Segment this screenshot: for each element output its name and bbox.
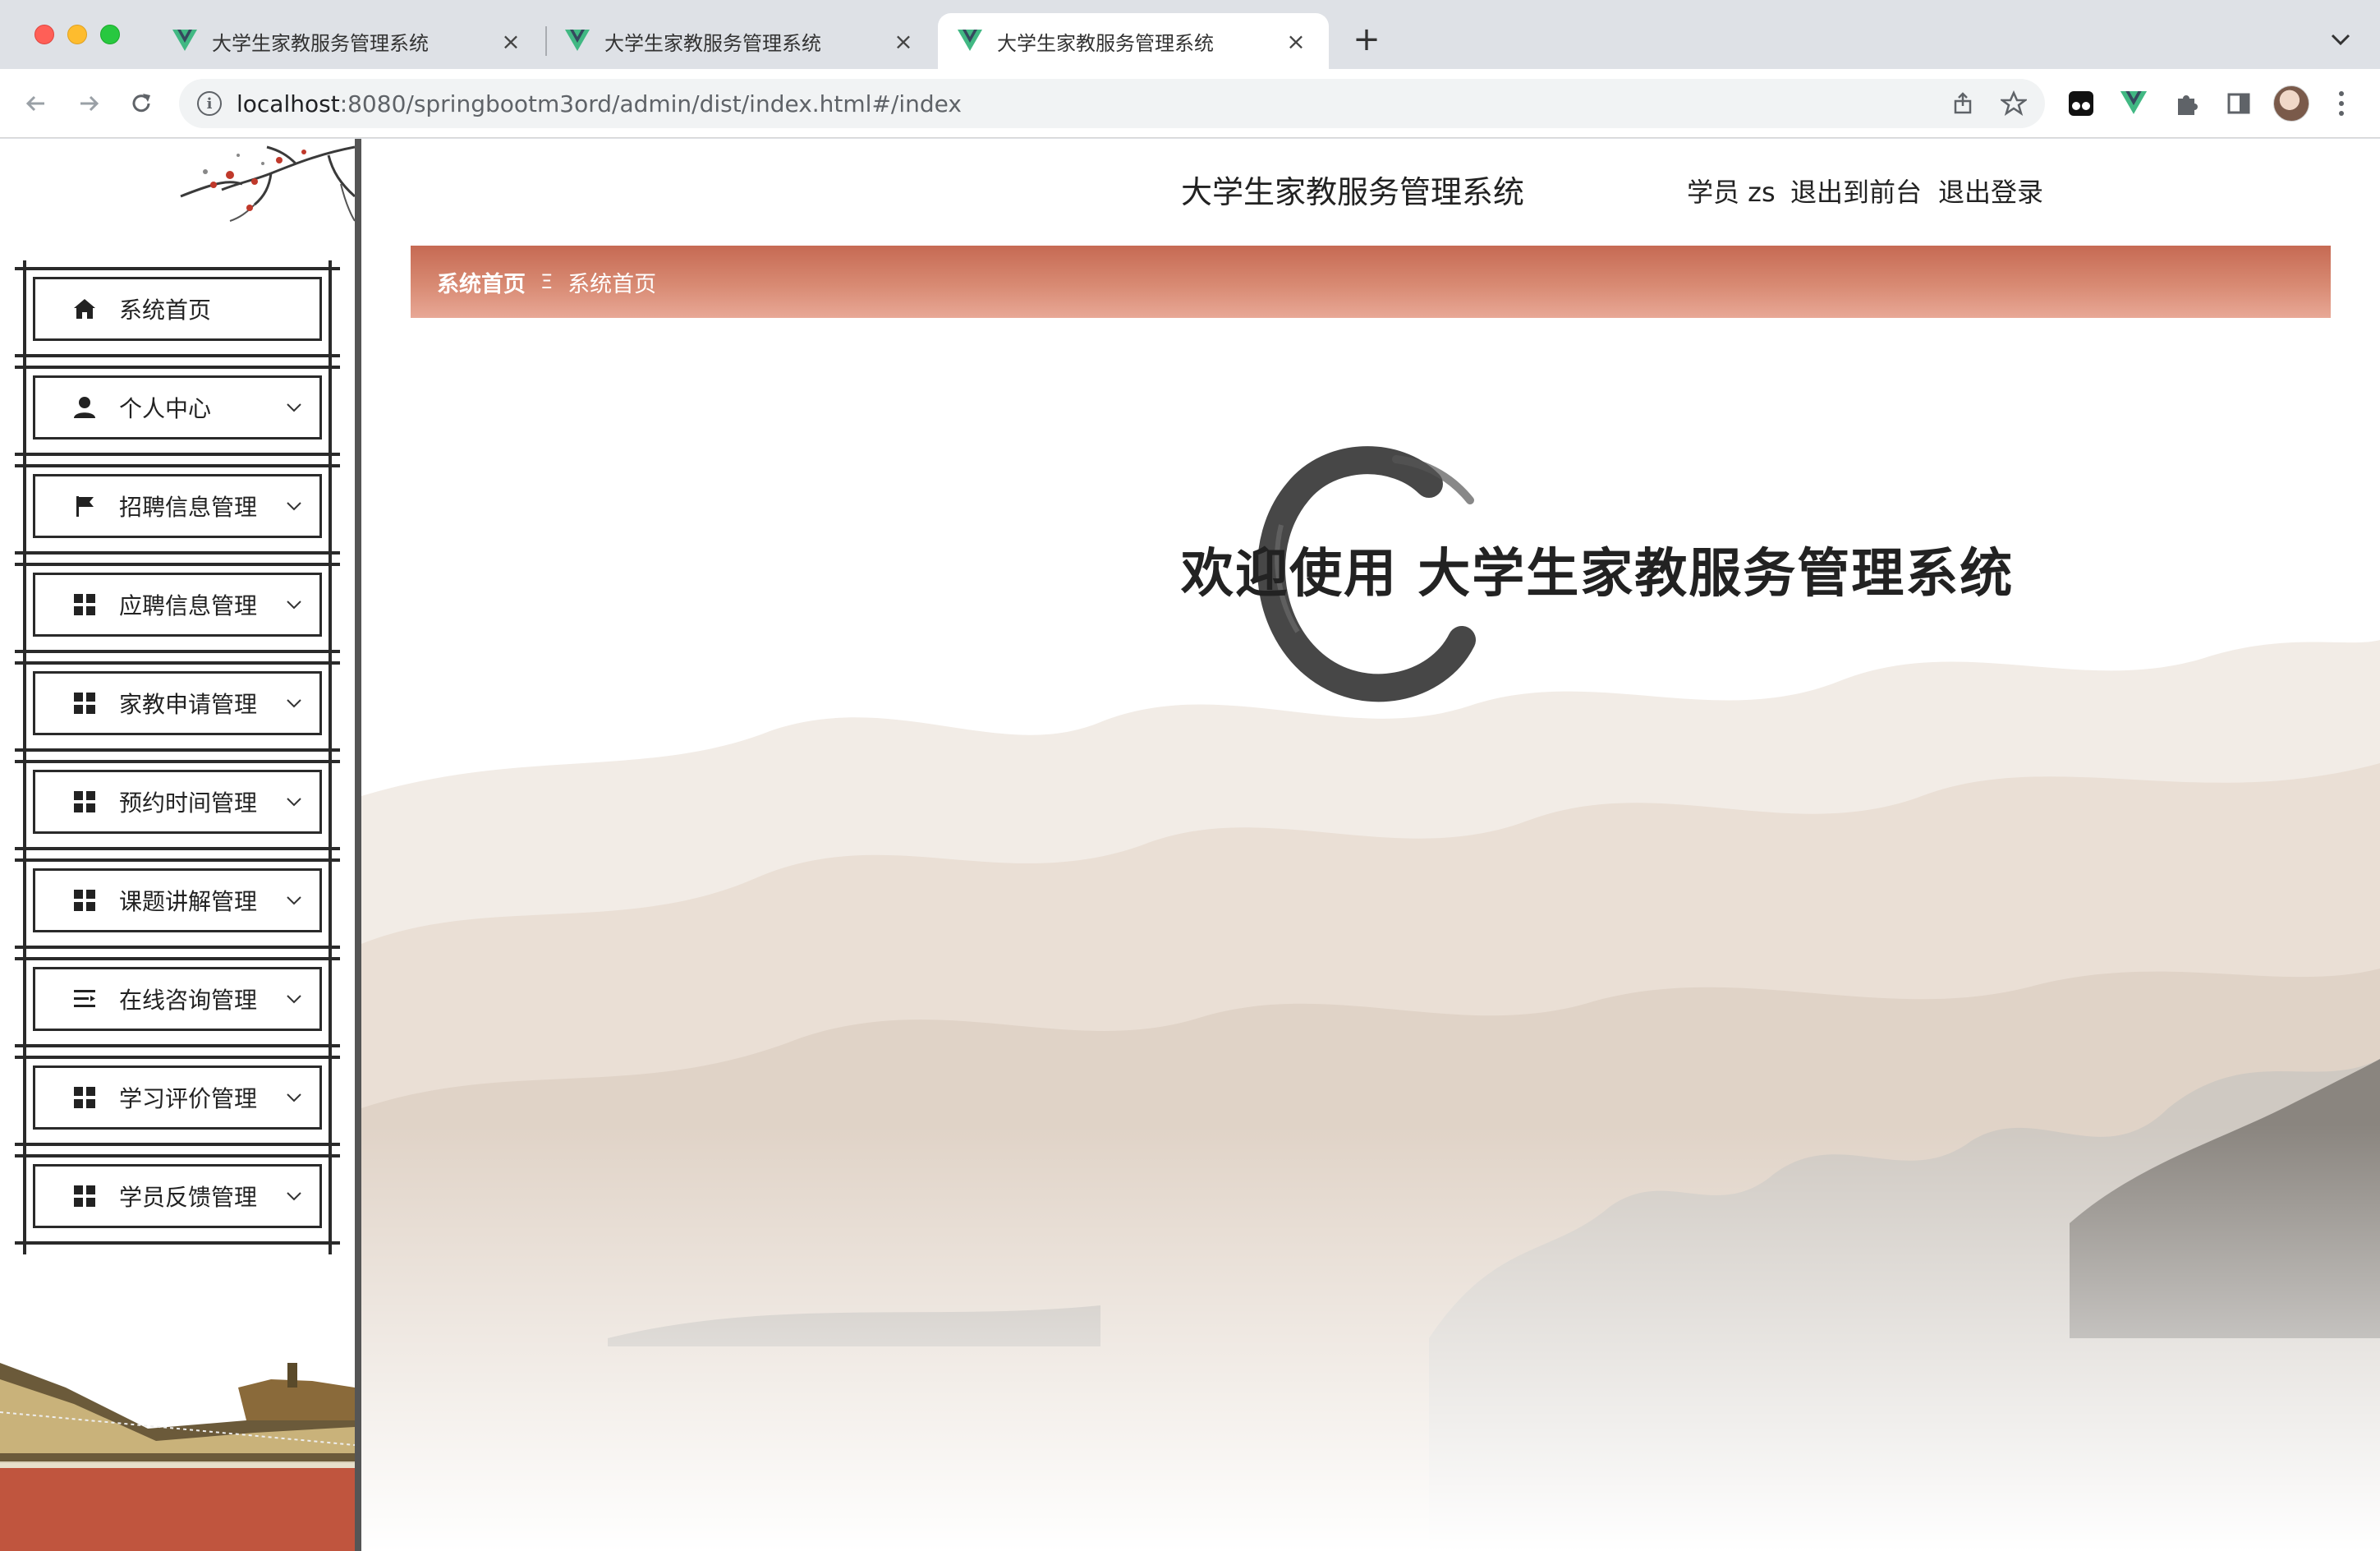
close-window-button[interactable] — [34, 25, 54, 44]
sidebar-item-appointment[interactable]: 预约时间管理 — [15, 753, 340, 860]
sidebar-item-label: 系统首页 — [119, 297, 212, 324]
browser-tab-2[interactable]: 大学生家教服务管理系统 × — [545, 13, 936, 69]
close-tab-icon[interactable]: × — [1283, 28, 1309, 55]
sidebar-divider — [355, 139, 361, 1551]
list-icon — [71, 986, 98, 1012]
flag-icon — [71, 493, 98, 519]
sidebar-item-label: 个人中心 — [119, 395, 212, 422]
chevron-down-icon — [282, 1085, 306, 1110]
back-to-frontend-link[interactable]: 退出到前台 — [1790, 172, 1922, 209]
page-viewport: 系统首页 个人中心 招聘信息管理 应聘信息管理 家教申请管理 预约时间管理 课题… — [0, 139, 2380, 1551]
breadcrumb-home[interactable]: 系统首页 — [437, 266, 526, 298]
sidebar-item-label: 学员反馈管理 — [119, 1184, 258, 1211]
sidebar-item-label: 在线咨询管理 — [119, 987, 258, 1014]
home-icon — [71, 296, 98, 322]
grid-icon — [71, 789, 98, 815]
grid-icon — [71, 1084, 98, 1111]
bookmark-star-icon[interactable] — [1996, 85, 2032, 122]
maximize-window-button[interactable] — [100, 25, 120, 44]
browser-tab-1[interactable]: 大学生家教服务管理系统 × — [153, 13, 544, 69]
sidebar-item-lesson[interactable]: 课题讲解管理 — [15, 852, 340, 959]
browser-toolbar: i localhost:8080/springbootm3ord/admin/d… — [0, 69, 2380, 138]
extensions-puzzle-icon[interactable] — [2168, 85, 2204, 122]
browser-window: 大学生家教服务管理系统 × 大学生家教服务管理系统 × 大学生家教服务管理系统 … — [0, 0, 2380, 1551]
welcome-title: 欢迎使用 大学生家教服务管理系统 — [1181, 544, 2015, 605]
site-info-icon[interactable]: i — [197, 91, 222, 116]
sidebar-item-recruitment[interactable]: 招聘信息管理 — [15, 458, 340, 564]
logout-link[interactable]: 退出登录 — [1938, 172, 2043, 209]
chevron-down-icon — [282, 888, 306, 913]
plum-branch-decoration — [180, 145, 355, 222]
chevron-down-icon — [282, 691, 306, 716]
reload-icon[interactable] — [123, 85, 159, 122]
sidebar-item-evaluation[interactable]: 学习评价管理 — [15, 1049, 340, 1156]
share-icon[interactable] — [1945, 85, 1981, 122]
tab-title: 大学生家教服务管理系统 — [212, 31, 429, 55]
sidebar-item-consultation[interactable]: 在线咨询管理 — [15, 950, 340, 1057]
sidebar-item-label: 学习评价管理 — [119, 1085, 258, 1112]
close-tab-icon[interactable]: × — [498, 28, 524, 55]
sidebar-item-personal-center[interactable]: 个人中心 — [15, 359, 340, 466]
main-content: 大学生家教服务管理系统 学员 zs 退出到前台 退出登录 系统首页 Ξ 系统首页… — [361, 139, 2380, 1551]
sidebar: 系统首页 个人中心 招聘信息管理 应聘信息管理 家教申请管理 预约时间管理 课题… — [0, 139, 355, 1551]
sidebar-item-feedback[interactable]: 学员反馈管理 — [15, 1148, 340, 1254]
user-icon — [71, 394, 98, 421]
forward-arrow-icon[interactable] — [71, 85, 107, 122]
profile-avatar[interactable] — [2273, 85, 2309, 122]
browser-menu-icon[interactable] — [2329, 85, 2354, 122]
address-bar[interactable]: i localhost:8080/springbootm3ord/admin/d… — [179, 79, 2045, 128]
vue-devtools-icon[interactable] — [2116, 85, 2152, 122]
chevron-down-icon — [282, 395, 306, 420]
side-panel-icon[interactable] — [2221, 85, 2257, 122]
sidebar-item-label: 招聘信息管理 — [119, 494, 258, 521]
browser-tab-3-active[interactable]: 大学生家教服务管理系统 × — [938, 13, 1329, 69]
sidebar-item-home[interactable]: 系统首页 — [15, 260, 340, 367]
header-title: 大学生家教服务管理系统 — [1181, 174, 1525, 210]
breadcrumb-current: 系统首页 — [567, 271, 657, 297]
minimize-window-button[interactable] — [67, 25, 87, 44]
extension-glasses-icon[interactable] — [2063, 85, 2099, 122]
current-user: 学员 zs — [1687, 177, 1776, 208]
grid-icon — [71, 591, 98, 618]
breadcrumb-separator: Ξ — [540, 270, 554, 293]
new-tab-button[interactable]: + — [1349, 21, 1385, 58]
grid-icon — [71, 690, 98, 716]
chevron-down-icon — [282, 789, 306, 814]
vue-logo-icon — [172, 29, 197, 53]
sidebar-item-tutor-request[interactable]: 家教申请管理 — [15, 655, 340, 762]
url-text[interactable]: localhost:8080/springbootm3ord/admin/dis… — [237, 90, 962, 117]
palace-roof-decoration — [0, 1363, 355, 1551]
grid-icon — [71, 887, 98, 914]
chevron-down-icon — [282, 987, 306, 1011]
tab-title: 大学生家教服务管理系统 — [604, 31, 821, 55]
sidebar-item-label: 家教申请管理 — [119, 691, 258, 718]
grid-icon — [71, 1183, 98, 1209]
sidebar-item-label: 课题讲解管理 — [119, 888, 258, 915]
vue-logo-icon — [958, 29, 982, 53]
chevron-down-icon — [282, 494, 306, 518]
back-arrow-icon[interactable] — [18, 85, 54, 122]
sidebar-item-label: 应聘信息管理 — [119, 592, 258, 619]
chevron-down-icon — [282, 592, 306, 617]
close-tab-icon[interactable]: × — [890, 28, 917, 55]
tab-strip: 大学生家教服务管理系统 × 大学生家教服务管理系统 × 大学生家教服务管理系统 … — [0, 0, 2380, 69]
ink-landscape-background — [361, 640, 2380, 1551]
sidebar-item-application[interactable]: 应聘信息管理 — [15, 556, 340, 663]
tab-search-chevron-icon[interactable] — [2324, 23, 2357, 56]
sidebar-item-label: 预约时间管理 — [119, 789, 258, 817]
chevron-down-icon — [282, 1184, 306, 1208]
breadcrumb: 系统首页 Ξ 系统首页 — [411, 246, 2331, 318]
tab-title: 大学生家教服务管理系统 — [997, 31, 1214, 55]
vue-logo-icon — [565, 29, 590, 53]
